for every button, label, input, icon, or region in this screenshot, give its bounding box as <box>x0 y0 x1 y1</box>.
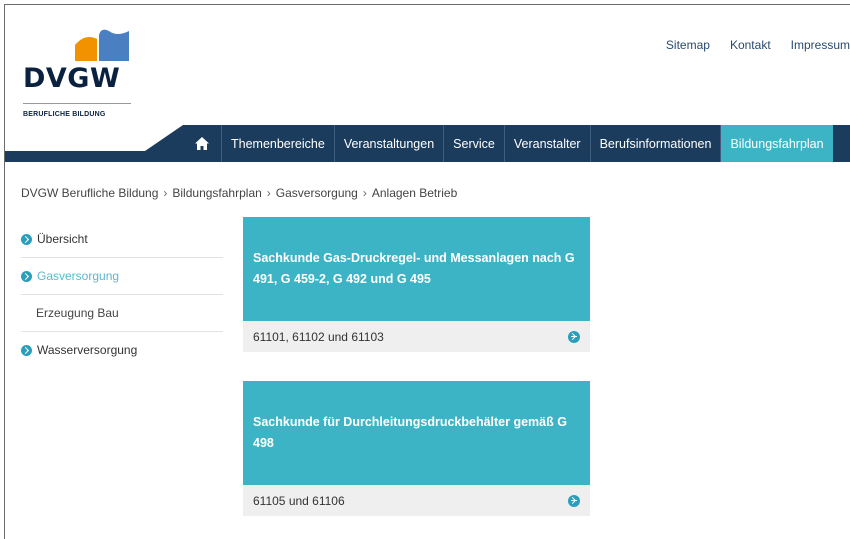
nav-veranstalter[interactable]: Veranstalter <box>503 125 590 162</box>
card-title: Sachkunde Gas-Druckregel- und Messanlage… <box>243 217 590 321</box>
arrow-circle-icon <box>21 270 32 282</box>
nav-berufsinformationen[interactable]: Berufsinformationen <box>589 125 721 162</box>
nav-veranstaltungen[interactable]: Veranstaltungen <box>333 125 443 162</box>
dvgw-logo[interactable]: DVGW BERUFLICHE BILDUNG <box>23 25 143 130</box>
card-footer: 61101, 61102 und 61103 <box>243 321 590 352</box>
course-card[interactable]: Sachkunde Gas-Druckregel- und Messanlage… <box>243 217 590 352</box>
home-icon <box>195 137 209 150</box>
main-nav: Themenbereiche Veranstaltungen Service V… <box>5 125 850 162</box>
top-links: Sitemap Kontakt Impressum <box>646 38 850 52</box>
arrow-circle-icon <box>21 233 32 245</box>
logo-mark-icon <box>75 29 129 61</box>
logo-subtitle: BERUFLICHE BILDUNG <box>23 111 106 118</box>
arrow-right-icon[interactable] <box>568 494 580 507</box>
link-impressum[interactable]: Impressum <box>791 38 850 52</box>
nav-themenbereiche[interactable]: Themenbereiche <box>221 125 334 162</box>
link-kontakt[interactable]: Kontakt <box>730 38 771 52</box>
sidebar-item-wasserversorgung[interactable]: Wasserversorgung <box>21 332 223 368</box>
breadcrumb-item[interactable]: Bildungsfahrplan <box>172 186 261 200</box>
arrow-right-icon[interactable] <box>568 330 580 343</box>
card-footer: 61105 und 61106 <box>243 485 590 516</box>
sidebar-item-gasversorgung[interactable]: Gasversorgung <box>21 258 223 295</box>
nav-bildungsfahrplan[interactable]: Bildungsfahrplan <box>720 125 833 162</box>
card-title: Sachkunde für Durchleitungsdruckbehälter… <box>243 381 590 485</box>
breadcrumb-item[interactable]: DVGW Berufliche Bildung <box>21 186 158 200</box>
breadcrumb-current: Anlagen Betrieb <box>371 186 458 200</box>
nav-home[interactable] <box>183 125 221 162</box>
sidebar: Übersicht Gasversorgung Erzeugung Bau Wa… <box>21 221 223 368</box>
breadcrumb: DVGW Berufliche Bildung › Bildungsfahrplan… <box>21 186 458 200</box>
course-card[interactable]: Sachkunde für Durchleitungsdruckbehälter… <box>243 381 590 516</box>
nav-service[interactable]: Service <box>443 125 504 162</box>
card-codes: 61105 und 61106 <box>253 493 345 508</box>
card-codes: 61101, 61102 und 61103 <box>253 329 384 344</box>
logo-divider <box>23 103 131 104</box>
sidebar-item-erzeugung-bau[interactable]: Erzeugung Bau <box>21 295 223 332</box>
logo-text: DVGW <box>23 63 121 94</box>
sidebar-item-uebersicht[interactable]: Übersicht <box>21 221 223 258</box>
arrow-circle-icon <box>21 344 32 356</box>
link-sitemap[interactable]: Sitemap <box>666 38 710 52</box>
page: DVGW BERUFLICHE BILDUNG Sitemap Kontakt … <box>4 4 850 539</box>
breadcrumb-item[interactable]: Gasversorgung <box>276 186 358 200</box>
